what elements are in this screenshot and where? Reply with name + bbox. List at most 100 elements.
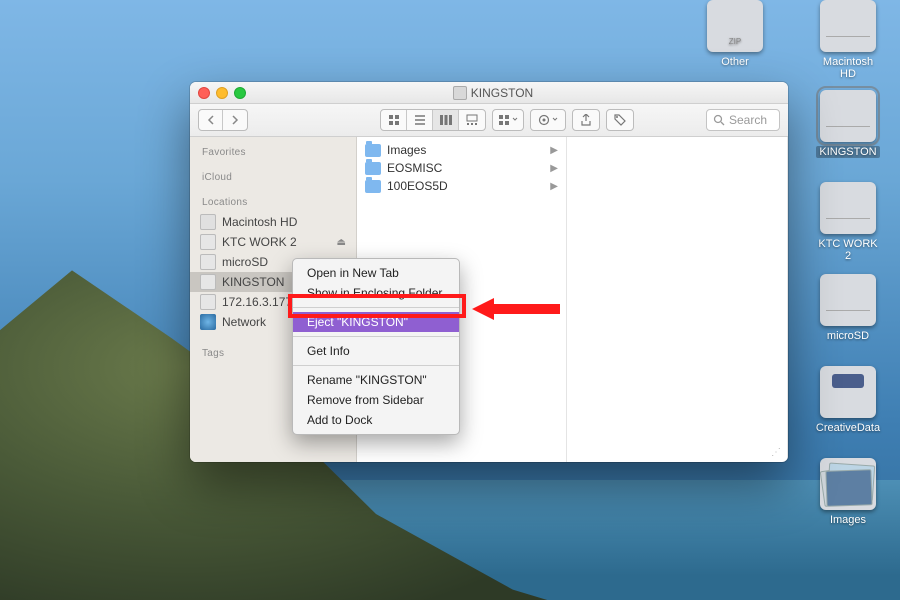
forward-button[interactable]: [223, 110, 247, 130]
column-2: [567, 137, 788, 462]
shared-drive-icon: [820, 366, 876, 418]
list-item-label: Images: [387, 143, 426, 157]
list-item-label: 100EOS5D: [387, 179, 448, 193]
tags-button[interactable]: [606, 109, 634, 131]
sidebar-item-label: Macintosh HD: [222, 215, 297, 229]
share-icon: [580, 114, 592, 126]
separator: [293, 365, 459, 366]
finder-body: Favorites iCloud Locations Macintosh HD …: [190, 137, 788, 462]
share-button[interactable]: [572, 109, 600, 131]
back-button[interactable]: [199, 110, 223, 130]
sidebar-header-locations: Locations: [190, 193, 356, 212]
sidebar-item-macintosh-hd[interactable]: Macintosh HD: [190, 212, 356, 232]
external-drive-icon: [200, 254, 216, 270]
chevron-right-icon: [231, 115, 239, 125]
view-mode-switcher: [380, 109, 486, 131]
ctx-eject[interactable]: Eject "KINGSTON": [293, 312, 459, 332]
groupby-icon: [498, 114, 510, 126]
desktop-icon-creativedata[interactable]: CreativeData: [815, 366, 881, 434]
sidebar-item-label: 172.16.3.177: [222, 295, 292, 309]
folder-icon: [365, 180, 381, 193]
tag-icon: [614, 114, 626, 126]
search-icon: [713, 114, 725, 126]
columns-icon: [440, 114, 452, 126]
window-title: KINGSTON: [256, 86, 730, 100]
finder-window: KINGSTON: [190, 82, 788, 462]
drive-icon: [820, 0, 876, 52]
separator: [293, 307, 459, 308]
external-drive-icon: [200, 234, 216, 250]
server-icon: [200, 294, 216, 310]
ctx-rename[interactable]: Rename "KINGSTON": [293, 370, 459, 390]
zip-icon: [707, 0, 763, 52]
group-by[interactable]: [492, 109, 524, 131]
chevron-right-icon: ▶: [550, 181, 558, 192]
desktop-icon-kingston[interactable]: KINGSTON: [815, 90, 881, 158]
gear-icon: [538, 114, 550, 126]
list-item[interactable]: 100EOS5D ▶: [357, 177, 566, 195]
list-item[interactable]: Images ▶: [357, 141, 566, 159]
sidebar-header-favorites: Favorites: [190, 143, 356, 162]
window-title-text: KINGSTON: [471, 86, 533, 100]
desktop-icon-images[interactable]: Images: [815, 458, 881, 526]
search-input[interactable]: Search: [706, 109, 780, 131]
sidebar-item-label: Network: [222, 315, 266, 329]
chevron-down-icon: [512, 117, 518, 123]
ctx-get-info[interactable]: Get Info: [293, 341, 459, 361]
close-button[interactable]: [198, 87, 210, 99]
eject-icon[interactable]: ⏏: [337, 237, 346, 248]
drive-icon: [820, 182, 876, 234]
desktop-icon-macintosh-hd[interactable]: Macintosh HD: [815, 0, 881, 80]
chevron-down-icon: [552, 117, 558, 123]
list-item[interactable]: EOSMISC ▶: [357, 159, 566, 177]
hd-icon: [200, 214, 216, 230]
drive-icon: [820, 90, 876, 142]
view-columns-button[interactable]: [433, 110, 459, 130]
sidebar-item-label: microSD: [222, 255, 268, 269]
search-placeholder: Search: [729, 113, 767, 127]
nav-back-forward: [198, 109, 248, 131]
list-icon: [414, 114, 426, 126]
sidebar-header-icloud: iCloud: [190, 168, 356, 187]
sidebar-item-label: KINGSTON: [222, 275, 284, 289]
ctx-add-dock[interactable]: Add to Dock: [293, 410, 459, 430]
desktop-icon-label: microSD: [827, 330, 869, 342]
chevron-left-icon: [207, 115, 215, 125]
desktop-icon-other-zip[interactable]: Other: [702, 0, 768, 68]
chevron-right-icon: ▶: [550, 163, 558, 174]
ctx-remove-sidebar[interactable]: Remove from Sidebar: [293, 390, 459, 410]
desktop-icon-label: KINGSTON: [816, 146, 879, 158]
view-gallery-button[interactable]: [459, 110, 485, 130]
ctx-show-enclosing[interactable]: Show in Enclosing Folder: [293, 283, 459, 303]
separator: [293, 336, 459, 337]
desktop-icon-ktc-work-2[interactable]: KTC WORK 2: [815, 182, 881, 262]
chevron-right-icon: ▶: [550, 145, 558, 156]
desktop-icon-label: Images: [830, 514, 866, 526]
zoom-button[interactable]: [234, 87, 246, 99]
folder-icon: [365, 162, 381, 175]
gallery-icon: [466, 114, 478, 126]
toolbar: Search: [190, 104, 788, 137]
view-list-button[interactable]: [407, 110, 433, 130]
resize-handle[interactable]: ⋰: [771, 447, 783, 458]
desktop-icon-label: KTC WORK 2: [818, 238, 877, 262]
minimize-button[interactable]: [216, 87, 228, 99]
desktop-icon-label: Other: [721, 56, 749, 68]
external-drive-icon: [200, 274, 216, 290]
context-menu: Open in New Tab Show in Enclosing Folder…: [292, 258, 460, 435]
titlebar[interactable]: KINGSTON: [190, 82, 788, 104]
sidebar-item-ktc-work-2[interactable]: KTC WORK 2 ⏏: [190, 232, 356, 252]
view-icons-button[interactable]: [381, 110, 407, 130]
desktop-icon-microsd[interactable]: microSD: [815, 274, 881, 342]
traffic-lights: [198, 87, 246, 99]
drive-icon: [453, 86, 467, 100]
sidebar-item-label: KTC WORK 2: [222, 235, 297, 249]
list-item-label: EOSMISC: [387, 161, 442, 175]
folder-icon: [365, 144, 381, 157]
ctx-open-new-tab[interactable]: Open in New Tab: [293, 263, 459, 283]
image-stack-icon: [820, 458, 876, 510]
grid-icon: [388, 114, 400, 126]
network-icon: [200, 314, 216, 330]
action-menu[interactable]: [530, 109, 566, 131]
desktop-icon-label: CreativeData: [816, 422, 880, 434]
